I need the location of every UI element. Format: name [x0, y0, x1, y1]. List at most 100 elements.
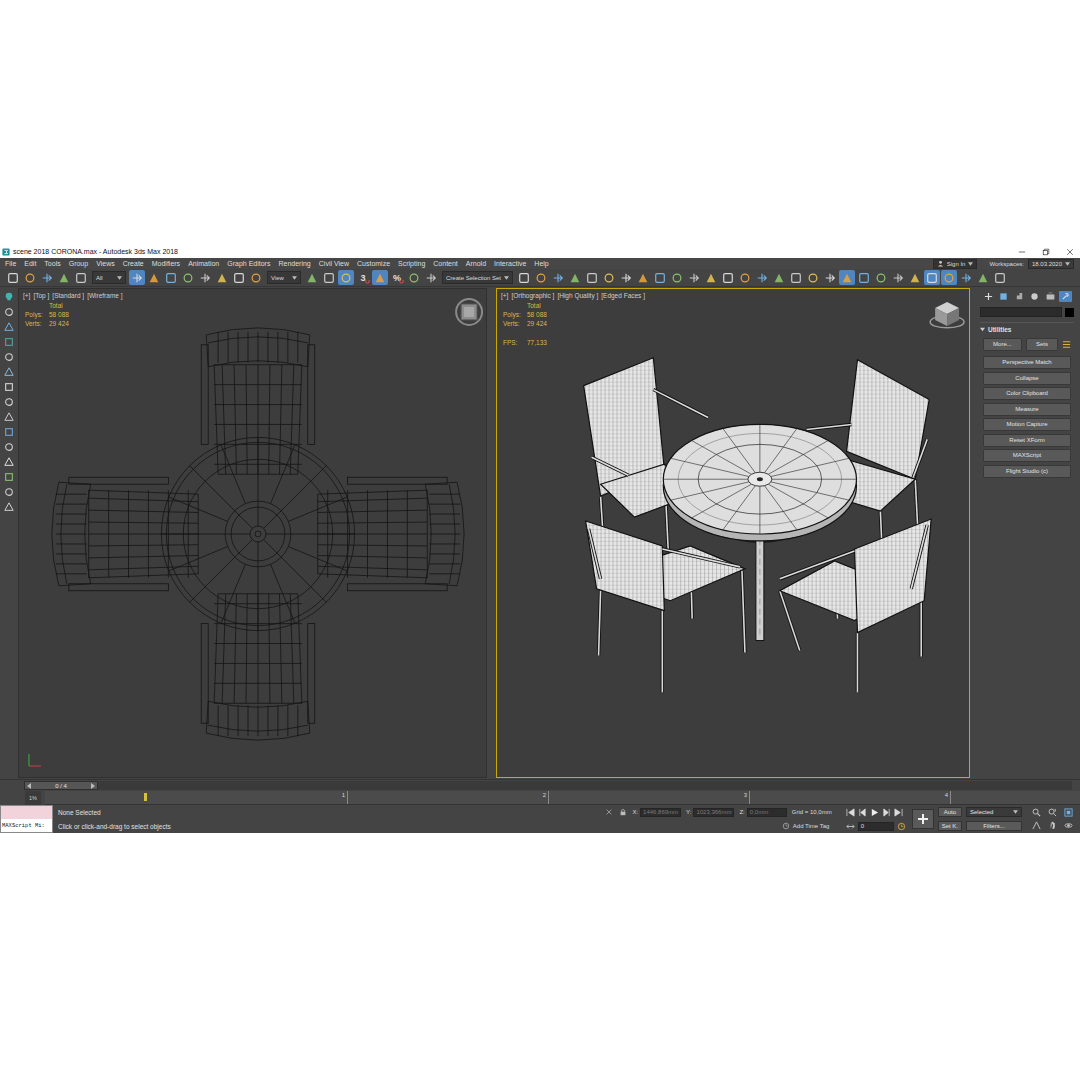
tool-icon[interactable]	[4, 427, 14, 437]
set-key-button[interactable]: Set K.	[938, 821, 962, 831]
toolbar-button[interactable]	[73, 270, 89, 285]
toolbar-button[interactable]	[248, 270, 264, 285]
toolbar-button[interactable]	[214, 270, 230, 285]
toolbar-button[interactable]	[856, 270, 872, 285]
add-time-tag[interactable]: Add Time Tag	[782, 822, 832, 830]
tool-icon[interactable]	[4, 352, 14, 362]
tool-icon[interactable]	[4, 457, 14, 467]
viewport[interactable]: [+][Orthographic ][High Quality ][Edged …	[496, 288, 970, 778]
minimize-icon[interactable]	[1018, 248, 1026, 256]
snap-toggle[interactable]: %	[389, 270, 405, 285]
utility-button[interactable]: Collapse	[983, 372, 1071, 385]
toolbar-button[interactable]	[788, 270, 804, 285]
menu-item[interactable]: Customize	[357, 260, 390, 267]
key-mode-dropdown[interactable]: Selected	[966, 807, 1022, 817]
tool-icon[interactable]	[4, 412, 14, 422]
coordinate-field[interactable]: Z:0,0mm	[739, 808, 786, 817]
toolbar-button[interactable]	[975, 270, 991, 285]
key-filters-button[interactable]: Filters...	[966, 821, 1022, 831]
auto-key-button[interactable]: Auto	[938, 807, 962, 817]
zoom-icon[interactable]	[1032, 808, 1041, 817]
panel-tab[interactable]	[1059, 291, 1072, 302]
key-mode-icon[interactable]	[846, 822, 855, 831]
current-frame-field[interactable]: 0	[858, 822, 894, 831]
sign-in-dropdown[interactable]: Sign In	[933, 259, 978, 269]
lock-icon[interactable]	[619, 808, 627, 816]
toolbar-dropdown[interactable]: Create Selection Set	[442, 271, 513, 284]
toolbar-button[interactable]	[618, 270, 634, 285]
zoom-all-icon[interactable]	[1048, 808, 1057, 817]
menu-item[interactable]: Scripting	[398, 260, 425, 267]
toolbar-button[interactable]	[737, 270, 753, 285]
toolbar-button[interactable]	[652, 270, 668, 285]
toolbar-button[interactable]	[822, 270, 838, 285]
toolbar-button[interactable]	[720, 270, 736, 285]
viewport-menu[interactable]: [Edged Faces ]	[601, 292, 645, 299]
utility-button[interactable]: Perspective Match	[983, 356, 1071, 369]
coordinate-field[interactable]: Y:1023,366mm	[686, 808, 734, 817]
toolbar-button[interactable]	[321, 270, 337, 285]
go-to-start-icon[interactable]	[846, 808, 855, 817]
menu-item[interactable]: Interactive	[494, 260, 526, 267]
toolbar-button[interactable]	[533, 270, 549, 285]
toolbar-button[interactable]	[197, 270, 213, 285]
pan-icon[interactable]	[1048, 821, 1057, 830]
track-bar-ruler[interactable]: 1234	[45, 791, 1080, 805]
panel-tab[interactable]	[982, 291, 995, 302]
toolbar-button[interactable]	[567, 270, 583, 285]
toolbar-button[interactable]	[180, 270, 196, 285]
time-slider-track[interactable]: 0 / 4	[24, 781, 1072, 790]
tool-icon[interactable]	[4, 502, 14, 512]
toolbar-button[interactable]	[669, 270, 685, 285]
orbit-icon[interactable]	[1064, 821, 1073, 830]
tool-icon[interactable]	[4, 337, 14, 347]
panel-tab[interactable]	[1028, 291, 1041, 302]
utility-button[interactable]: Color Clipboard	[983, 387, 1071, 400]
tool-icon[interactable]	[4, 367, 14, 377]
utility-button[interactable]: Flight Studio (c)	[983, 465, 1071, 478]
toolbar-button[interactable]	[372, 270, 388, 285]
toolbar-button[interactable]	[839, 270, 855, 285]
rollout-button[interactable]: Sets	[1026, 338, 1058, 351]
menu-item[interactable]: Rendering	[278, 260, 310, 267]
previous-frame-icon[interactable]	[27, 783, 31, 789]
snap-toggle[interactable]: 3	[355, 270, 371, 285]
configure-sets-icon[interactable]	[1062, 340, 1071, 349]
time-slider[interactable]: 0 / 4	[24, 781, 98, 790]
tool-icon[interactable]	[4, 487, 14, 497]
toolbar-button[interactable]	[423, 270, 439, 285]
tool-icon[interactable]	[4, 307, 14, 317]
rollout-header[interactable]: Utilities	[980, 326, 1074, 333]
previous-key-icon[interactable]	[858, 808, 867, 817]
menu-item[interactable]: Create	[123, 260, 144, 267]
toolbar-button[interactable]	[406, 270, 422, 285]
field-of-view-icon[interactable]	[1032, 821, 1041, 830]
toolbar-button[interactable]	[129, 270, 145, 285]
time-configuration-icon[interactable]	[897, 822, 906, 831]
panel-tab[interactable]	[997, 291, 1010, 302]
toolbar-button[interactable]	[924, 270, 940, 285]
toolbar-button[interactable]	[907, 270, 923, 285]
toolbar-button[interactable]	[703, 270, 719, 285]
viewport-menu[interactable]: [Top ]	[33, 292, 49, 299]
menu-item[interactable]: Views	[96, 260, 115, 267]
menu-item[interactable]: Graph Editors	[227, 260, 270, 267]
utility-button[interactable]: Motion Capture	[983, 418, 1071, 431]
toolbar-button[interactable]	[992, 270, 1008, 285]
viewcube-icon[interactable]	[456, 299, 482, 325]
toolbar-button[interactable]	[584, 270, 600, 285]
menu-item[interactable]: Content	[433, 260, 458, 267]
toolbar-button[interactable]	[958, 270, 974, 285]
panel-tab[interactable]	[1044, 291, 1057, 302]
restore-icon[interactable]	[1042, 248, 1050, 256]
tool-icon[interactable]	[4, 292, 14, 302]
toolbar-button[interactable]	[163, 270, 179, 285]
isolate-icon[interactable]	[605, 808, 613, 816]
toolbar-button[interactable]	[873, 270, 889, 285]
utility-button[interactable]: MAXScript	[983, 449, 1071, 462]
zoom-extents-icon[interactable]	[1064, 808, 1073, 817]
viewport-menu[interactable]: [Wireframe ]	[87, 292, 122, 299]
menu-item[interactable]: Tools	[44, 260, 60, 267]
toolbar-button[interactable]	[146, 270, 162, 285]
viewport-menu[interactable]: [Orthographic ]	[511, 292, 554, 299]
